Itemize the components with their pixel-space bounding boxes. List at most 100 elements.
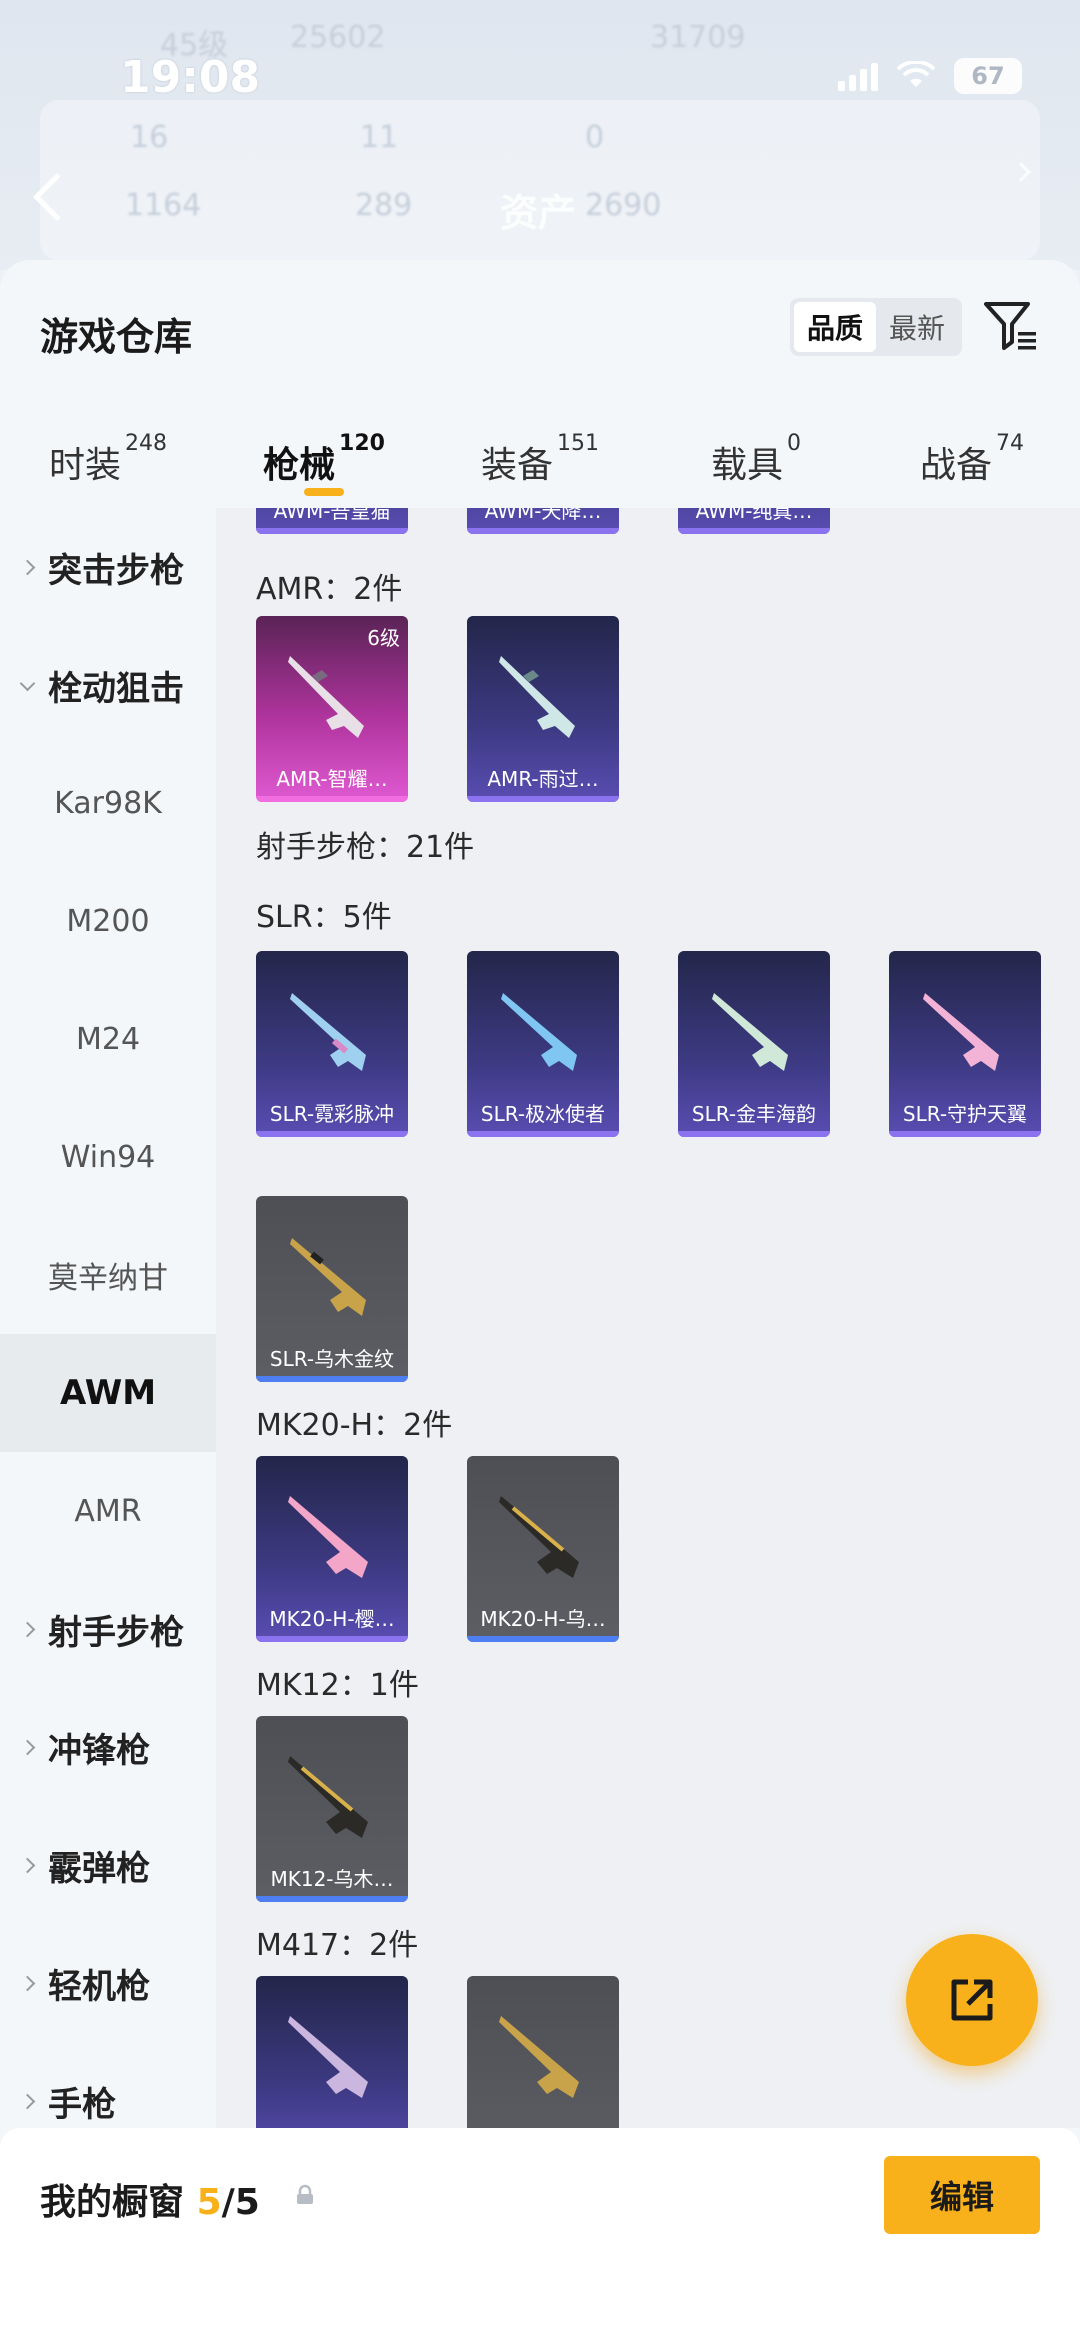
item-card[interactable]: MK20-H-樱… — [256, 1456, 408, 1642]
sort-toggle: 品质 最新 — [790, 298, 962, 356]
item-card[interactable]: AWM-纯真… — [678, 508, 830, 534]
sidebar-item-lmg[interactable]: 轻机枪 — [0, 1924, 216, 2042]
assets-label: 资产 — [500, 191, 577, 235]
sidebar-item-kar98k[interactable]: Kar98K — [0, 744, 216, 862]
item-name: SLR-极冰使者 — [480, 1102, 606, 1126]
rarity-strip — [256, 1636, 408, 1642]
rifle-icon — [499, 1496, 579, 1578]
sort-latest-button[interactable]: 最新 — [876, 302, 958, 352]
group-label-mk12: MK12：1件 — [256, 1668, 419, 1703]
item-name: SLR-金丰海韵 — [691, 1102, 817, 1126]
showcase-total: /5 — [221, 2182, 260, 2223]
item-card[interactable]: AMR-雨过… — [467, 616, 619, 802]
rarity-strip — [678, 528, 830, 534]
category-tabs: 时装248 枪械120 装备151 载具0 战备74 — [0, 410, 1080, 510]
tab-vehicles[interactable]: 载具0 — [648, 410, 864, 510]
weapon-grid: AWM-吾皇猫 AWM-天降… AWM-纯真… AMR：2件 6级 AMR-智耀… — [216, 508, 1080, 2128]
rarity-strip — [467, 1131, 619, 1137]
tab-equipment[interactable]: 装备151 — [432, 410, 648, 510]
sniper-rifle-icon — [288, 656, 364, 738]
filter-icon[interactable] — [982, 296, 1040, 354]
points-text: 31709 — [650, 20, 746, 55]
item-card[interactable]: SLR-乌木金纹 — [256, 1196, 408, 1382]
rarity-strip — [256, 528, 408, 534]
rarity-strip — [678, 1131, 830, 1137]
showcase-title: 我的橱窗 — [40, 2182, 185, 2223]
item-card[interactable] — [467, 1976, 619, 2128]
rifle-icon — [290, 993, 366, 1071]
sidebar-item-assault-rifle[interactable]: 突击步枪 — [0, 508, 216, 626]
item-name: MK20-H-樱… — [269, 1607, 395, 1631]
group-label-amr: AMR：2件 — [256, 572, 403, 607]
rifle-icon — [288, 1496, 368, 1578]
item-card[interactable]: AWM-吾皇猫 — [256, 508, 408, 534]
sidebar-item-win94[interactable]: Win94 — [0, 1098, 216, 1216]
sidebar-item-awm[interactable]: AWM — [0, 1334, 216, 1452]
sidebar-item-shotgun[interactable]: 霰弹枪 — [0, 1806, 216, 1924]
rifle-icon — [712, 993, 788, 1071]
item-card[interactable] — [256, 1976, 408, 2128]
rarity-strip — [256, 1896, 408, 1902]
item-card[interactable]: SLR-守护天翼 — [889, 951, 1041, 1137]
status-icons: 67 — [838, 58, 1022, 94]
tab-label: 时装 — [48, 445, 121, 486]
rarity-strip — [467, 528, 619, 534]
sidebar-item-smg[interactable]: 冲锋枪 — [0, 1688, 216, 1806]
item-card[interactable]: MK12-乌木… — [256, 1716, 408, 1902]
rifle-icon — [923, 993, 999, 1071]
item-name: MK12-乌木… — [270, 1867, 394, 1891]
group-label-m417: M417：2件 — [256, 1928, 419, 1963]
item-card[interactable]: SLR-金丰海韵 — [678, 951, 830, 1137]
item-card[interactable]: SLR-极冰使者 — [467, 951, 619, 1137]
chevron-down-icon — [19, 675, 36, 692]
chevron-right-icon — [19, 1739, 36, 1755]
sidebar-item-m24[interactable]: M24 — [0, 980, 216, 1098]
sidebar-item-marksman[interactable]: 射手步枪 — [0, 1570, 216, 1688]
item-card[interactable]: SLR-霓彩脉冲 — [256, 951, 408, 1137]
sidebar-item-label: 冲锋枪 — [48, 1730, 150, 1771]
item-name: SLR-乌木金纹 — [269, 1347, 395, 1371]
rarity-strip — [256, 1376, 408, 1382]
chevron-right-icon — [19, 2093, 36, 2109]
rifle-icon — [288, 2016, 368, 2098]
group-label-marksman: 射手步枪：21件 — [256, 830, 475, 865]
group-label-mk20: MK20-H：2件 — [256, 1408, 453, 1443]
wifi-icon — [896, 61, 936, 87]
item-card[interactable]: 6级 AMR-智耀… — [256, 616, 408, 802]
stat-4: 1164 — [125, 188, 202, 223]
stat-5: 289 — [355, 188, 413, 223]
sidebar-item-bolt-sniper[interactable]: 栓动狙击 — [0, 626, 216, 744]
showcase-label: 我的橱窗 5/5 — [40, 2173, 260, 2225]
tab-supplies[interactable]: 战备74 — [864, 410, 1080, 510]
tab-count: 248 — [125, 431, 167, 456]
tab-fashion[interactable]: 时装248 — [0, 410, 216, 510]
item-name: SLR-守护天翼 — [902, 1102, 1028, 1126]
sort-quality-button[interactable]: 品质 — [794, 302, 876, 352]
rarity-strip — [889, 1131, 1041, 1137]
item-name: MK20-H-乌… — [480, 1607, 606, 1631]
external-link-icon — [951, 1979, 993, 2021]
edit-button[interactable]: 编辑 — [884, 2156, 1040, 2234]
sidebar-item-amr[interactable]: AMR — [0, 1452, 216, 1570]
assets-value: 2690 — [585, 188, 662, 223]
rarity-strip — [256, 796, 408, 802]
item-name: AWM-吾皇猫 — [273, 508, 391, 523]
tab-label: 枪械 — [263, 445, 336, 486]
tab-count: 74 — [996, 431, 1024, 456]
lock-icon — [297, 2184, 313, 2204]
item-card[interactable]: MK20-H-乌… — [467, 1456, 619, 1642]
chevron-right-icon — [19, 1621, 36, 1637]
item-card[interactable]: AWM-天降… — [467, 508, 619, 534]
sidebar-item-mosin[interactable]: 莫辛纳甘 — [0, 1216, 216, 1334]
rifle-icon — [499, 2016, 579, 2098]
rarity-strip — [467, 1636, 619, 1642]
item-name: SLR-霓彩脉冲 — [269, 1102, 395, 1126]
sidebar-item-label: 栓动狙击 — [48, 668, 184, 709]
tab-count: 151 — [557, 431, 599, 456]
group-label-slr: SLR：5件 — [256, 900, 392, 935]
tab-firearms[interactable]: 枪械120 — [216, 410, 432, 510]
share-button[interactable] — [906, 1934, 1038, 2066]
sidebar-item-pistol[interactable]: 手枪 — [0, 2042, 216, 2128]
sidebar-item-m200[interactable]: M200 — [0, 862, 216, 980]
weapon-category-sidebar: 突击步枪 栓动狙击 Kar98K M200 M24 Win94 莫辛纳甘 AWM… — [0, 508, 216, 2128]
